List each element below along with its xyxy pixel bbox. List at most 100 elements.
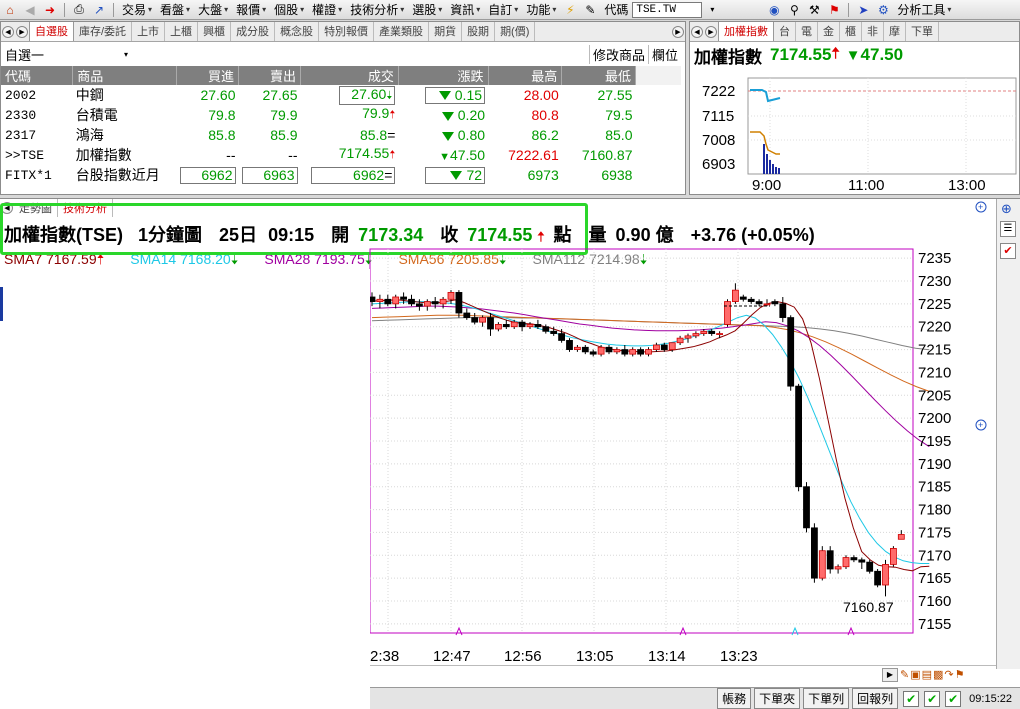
table-row[interactable]: 2330 台積電 79.8 79.9 79.9🠡 0.20 80.8 79.5 bbox=[1, 105, 681, 125]
menu-custom-label: 自訂 bbox=[488, 3, 513, 17]
col-high[interactable]: 最高 bbox=[488, 66, 563, 85]
tab-order[interactable]: 下單 bbox=[906, 22, 939, 41]
tools-icon[interactable]: ⚒ bbox=[806, 2, 822, 18]
dropdown-icon[interactable]: ▾ bbox=[704, 2, 720, 18]
y-tick-label: 7205 bbox=[918, 387, 951, 404]
chart-tool-icons[interactable]: ✎▣▤▩↷⚑ bbox=[900, 668, 990, 682]
menu-market[interactable]: 大盤 ▾ bbox=[194, 1, 232, 18]
menu-watch[interactable]: 看盤 ▾ bbox=[156, 1, 194, 18]
tab-next-icon[interactable]: ▶ bbox=[16, 26, 28, 38]
tab-prev-icon[interactable]: ◀ bbox=[2, 26, 14, 38]
order-bar-button[interactable]: 下單列 bbox=[803, 688, 850, 709]
tab-special-quote[interactable]: 特別報價 bbox=[319, 22, 375, 41]
menu-info[interactable]: 資訊 ▾ bbox=[446, 1, 484, 18]
tab-fin[interactable]: 金 bbox=[818, 22, 840, 41]
tab-industry[interactable]: 產業類股 bbox=[374, 22, 430, 41]
tab-components[interactable]: 成分股 bbox=[231, 22, 276, 41]
scroll-right-icon[interactable]: ▶ bbox=[882, 668, 898, 682]
lightning-icon[interactable]: ⚡ bbox=[562, 2, 578, 18]
alert-icon[interactable]: ⚑ bbox=[826, 2, 842, 18]
table-row[interactable]: 2317 鴻海 85.8 85.9 85.8= 0.80 86.2 85.0 bbox=[1, 125, 681, 145]
y-axis: 7235 7230 7225 7220 7215 7210 7205 7200 7195 7190… bbox=[918, 250, 951, 633]
order-folder-button[interactable]: 下單夾 bbox=[754, 688, 801, 709]
cursor-icon[interactable]: ➤ bbox=[855, 2, 871, 18]
tab-index[interactable]: 加權指數 bbox=[718, 22, 774, 41]
menu-screener[interactable]: 選股 ▾ bbox=[408, 1, 446, 18]
tab-listed[interactable]: 上市 bbox=[132, 22, 166, 41]
group-select[interactable]: 自選一 ▾ bbox=[5, 45, 589, 64]
cell-change: ▼47.50 bbox=[398, 145, 488, 165]
tab-futures[interactable]: 期貨 bbox=[429, 22, 463, 41]
horizontal-scrollbar[interactable]: ▶ ✎▣▤▩↷⚑ bbox=[370, 665, 996, 683]
tab-watchlist[interactable]: 自選股 bbox=[29, 22, 74, 41]
back-icon[interactable]: ◀ bbox=[22, 2, 38, 18]
menu-warrant[interactable]: 權證 ▾ bbox=[308, 1, 346, 18]
col-low[interactable]: 最低 bbox=[561, 66, 636, 85]
cell-code: 2330 bbox=[5, 107, 37, 123]
cell-change: 0.15 bbox=[398, 85, 488, 105]
tab-elec[interactable]: 電 bbox=[796, 22, 818, 41]
drawing-tool-icon[interactable]: ✔ bbox=[1000, 243, 1016, 259]
menu-stock[interactable]: 個股 ▾ bbox=[270, 1, 308, 18]
search-icon[interactable]: ⚲ bbox=[786, 2, 802, 18]
col-change[interactable]: 漲跌 bbox=[398, 66, 489, 85]
menu-analysis-tools[interactable]: 分析工具 ▾ bbox=[893, 1, 955, 18]
table-row[interactable]: >>TSE 加權指數 -- -- 7174.55🠡 ▼47.50 7222.61… bbox=[1, 145, 681, 165]
tab-inventory[interactable]: 庫存/委託 bbox=[74, 22, 133, 41]
menu-function[interactable]: 功能 ▾ bbox=[522, 1, 560, 18]
checkbox[interactable]: ✔ bbox=[945, 690, 962, 707]
triangle-down-icon bbox=[438, 91, 451, 101]
tab-otc-index[interactable]: 櫃 bbox=[840, 22, 862, 41]
candle-body bbox=[566, 340, 573, 350]
mini-intraday-chart: 7222 7115 7008 6903 9:00 11:00 13:00 bbox=[702, 77, 1017, 194]
candle-body bbox=[518, 321, 526, 328]
maximize-icon[interactable]: ↗ bbox=[91, 2, 107, 18]
volume-bar bbox=[766, 154, 768, 174]
tab-non-elec[interactable]: 非 bbox=[862, 22, 884, 41]
report-bar-button[interactable]: 回報列 bbox=[852, 688, 899, 709]
tab-msci[interactable]: 摩 bbox=[884, 22, 906, 41]
tab-tw[interactable]: 台 bbox=[774, 22, 796, 41]
tab-stock-futures[interactable]: 股期 bbox=[462, 22, 496, 41]
tab-options[interactable]: 期(價) bbox=[495, 22, 536, 41]
menu-quote[interactable]: 報價 ▾ bbox=[232, 1, 270, 18]
candle-body bbox=[700, 330, 708, 334]
print-icon[interactable]: ⎙ bbox=[71, 2, 87, 18]
menu-trade[interactable]: 交易 ▾ bbox=[118, 1, 156, 18]
col-ask[interactable]: 賣出 bbox=[238, 66, 301, 85]
menu-technical[interactable]: 技術分析 ▾ bbox=[346, 1, 408, 18]
blank-overlay bbox=[0, 269, 370, 709]
columns-button[interactable]: 欄位 bbox=[647, 44, 681, 64]
menu-custom[interactable]: 自訂 ▾ bbox=[484, 1, 522, 18]
tab-otc[interactable]: 上櫃 bbox=[165, 22, 199, 41]
table-row[interactable]: 2002 中鋼 27.60 27.65 27.60🠣 0.15 28.00 27… bbox=[1, 85, 681, 105]
zoom-in-icon[interactable]: ⊕ bbox=[1001, 201, 1016, 217]
tab-emerging[interactable]: 興櫃 bbox=[198, 22, 232, 41]
chevron-down-icon: ▾ bbox=[186, 5, 191, 14]
notepad-icon[interactable]: ✎ bbox=[582, 2, 598, 18]
code-input[interactable]: TSE.TW bbox=[632, 1, 703, 18]
group-select-value: 自選一 bbox=[5, 47, 45, 63]
col-code[interactable]: 代碼 bbox=[1, 66, 74, 85]
y-tick-label: 7175 bbox=[918, 524, 951, 541]
checkbox[interactable]: ✔ bbox=[924, 690, 941, 707]
col-bid[interactable]: 買進 bbox=[176, 66, 239, 85]
table-row[interactable]: FITX*1 台股指數近月 6962 6963 6962= 72 6973 69… bbox=[1, 165, 681, 185]
index-title-row: 加權指數 7174.55 🠡 ▼ 47.50 bbox=[690, 42, 1019, 68]
checkbox[interactable]: ✔ bbox=[903, 690, 920, 707]
forward-icon[interactable]: ➜ bbox=[42, 2, 58, 18]
modify-products-button[interactable]: 修改商品 bbox=[588, 44, 648, 64]
candle-body bbox=[376, 298, 384, 302]
note-icon[interactable]: ☰ bbox=[1000, 221, 1016, 237]
col-last[interactable]: 成交 bbox=[300, 66, 399, 85]
tab-prev-icon[interactable]: ◀ bbox=[691, 26, 703, 38]
binoculars-icon[interactable]: ◉ bbox=[766, 2, 782, 18]
tab-scroll-right-icon[interactable]: ▶ bbox=[672, 26, 684, 38]
home-icon[interactable]: ⌂ bbox=[2, 2, 18, 18]
cell-high: 86.2 bbox=[531, 127, 559, 143]
analysis-icon[interactable]: ⚙ bbox=[875, 2, 891, 18]
tab-next-icon[interactable]: ▶ bbox=[705, 26, 717, 38]
tab-concept[interactable]: 概念股 bbox=[275, 22, 320, 41]
account-button[interactable]: 帳務 bbox=[717, 688, 752, 709]
col-name[interactable]: 商品 bbox=[72, 66, 177, 85]
